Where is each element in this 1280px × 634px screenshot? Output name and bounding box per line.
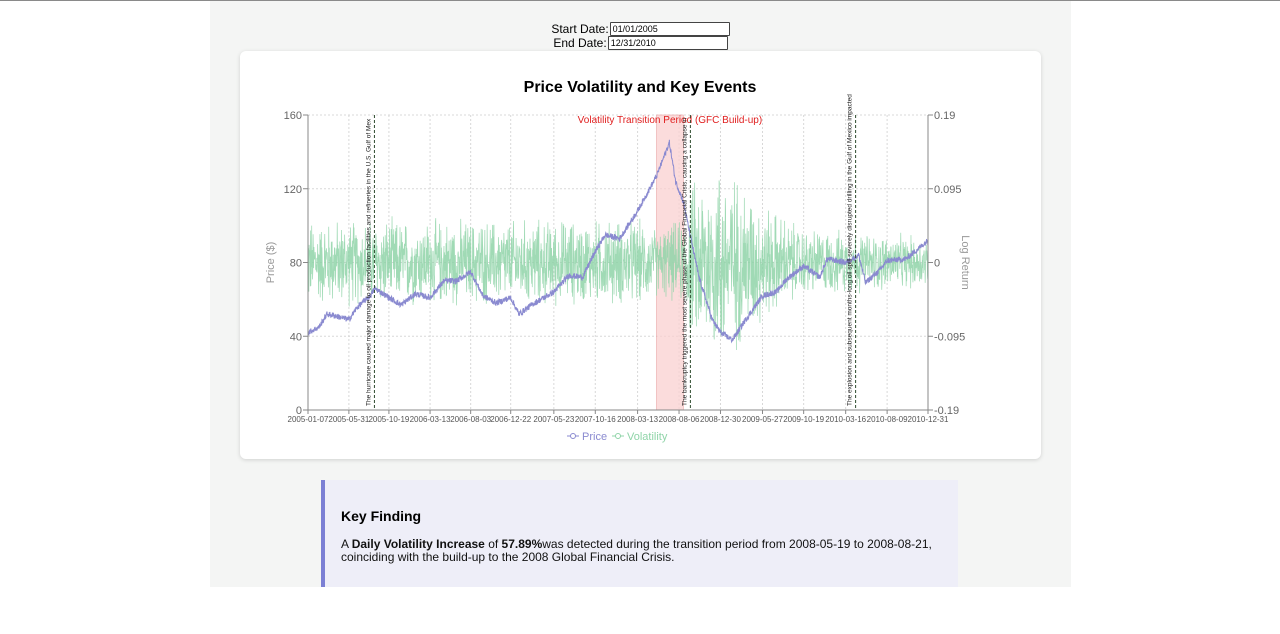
x-tick-label: 2009-05-27 <box>742 415 783 424</box>
end-date-label: End Date: <box>553 36 607 50</box>
x-tick-label: 2005-10-19 <box>368 415 409 424</box>
x-tick-label: 2007-10-16 <box>575 415 616 424</box>
y-left-tick-label: 80 <box>290 258 302 270</box>
chart-title: Price Volatility and Key Events <box>524 79 757 96</box>
volatility-series <box>307 180 929 350</box>
start-date-row: Start Date: <box>210 22 1071 36</box>
x-tick-label: 2008-08-06 <box>659 415 700 424</box>
volatility-chart: Price Volatility and Key Events Volatili… <box>265 79 971 443</box>
start-date-label: Start Date: <box>551 22 609 36</box>
key-finding-title: Key Finding <box>341 508 422 524</box>
end-date-input[interactable] <box>607 36 728 50</box>
event-label: The explosion and subsequent months-long… <box>847 94 854 406</box>
x-tick-label: 2007-05-23 <box>533 415 574 424</box>
x-tick-label: 2006-03-13 <box>410 415 451 424</box>
finding-metric: Daily Volatility Increase <box>351 537 485 551</box>
chart-card: Price Volatility and Key Events Volatili… <box>240 51 1041 459</box>
end-date-row: End Date: <box>210 36 1071 50</box>
y-left-tick-label: 120 <box>284 184 302 196</box>
y-right-axis-title: Log Return <box>959 235 971 289</box>
y-left-tick-label: 40 <box>290 331 302 343</box>
x-tick-label: 2009-10-19 <box>783 415 824 424</box>
volatility-layer <box>307 180 929 350</box>
x-tick-label: 2005-05-31 <box>328 415 369 424</box>
finding-text-a: A <box>341 537 352 551</box>
y-right-tick-label: 0.19 <box>934 110 955 122</box>
legend-label: Price <box>582 431 607 443</box>
start-date-input[interactable] <box>609 22 730 36</box>
y-right-tick-label: 0 <box>934 258 940 270</box>
finding-value: 57.89% <box>501 537 543 551</box>
event-label: The hurricane caused major damage to oil… <box>365 118 372 406</box>
x-tick-label: 2010-03-16 <box>825 415 866 424</box>
event-label: The bankruptcy triggered the most severe… <box>681 117 688 406</box>
legend-swatch-marker <box>615 433 621 439</box>
finding-text-of: of <box>484 537 502 551</box>
highlight-label: Volatility Transition Period (GFC Build-… <box>578 115 763 126</box>
legend-label: Volatility <box>627 431 668 443</box>
y-left-tick-label: 160 <box>284 110 302 122</box>
y-right-tick-label: 0.095 <box>934 184 962 196</box>
x-tick-label: 2006-08-03 <box>450 415 491 424</box>
x-tick-label: 2008-12-30 <box>700 415 741 424</box>
x-tick-label: 2008-03-13 <box>617 415 658 424</box>
legend-swatch-marker <box>570 433 576 439</box>
y-left-axis-title: Price ($) <box>265 242 277 284</box>
x-tick-label: 2010-08-09 <box>867 415 908 424</box>
x-tick-label: 2006-12-22 <box>490 415 531 424</box>
y-right-tick-label: -0.095 <box>934 331 965 343</box>
x-tick-label: 2010-12-31 <box>908 415 949 424</box>
key-finding-box: Key Finding A Daily Volatility Increase … <box>321 480 958 587</box>
chart-legend[interactable]: Price Volatility <box>567 431 668 443</box>
x-tick-label: 2005-01-07 <box>288 415 329 424</box>
page-container: Start Date: End Date: Price Volatility a… <box>210 1 1071 587</box>
key-finding-text: A Daily Volatility Increase of 57.89%was… <box>341 538 942 564</box>
